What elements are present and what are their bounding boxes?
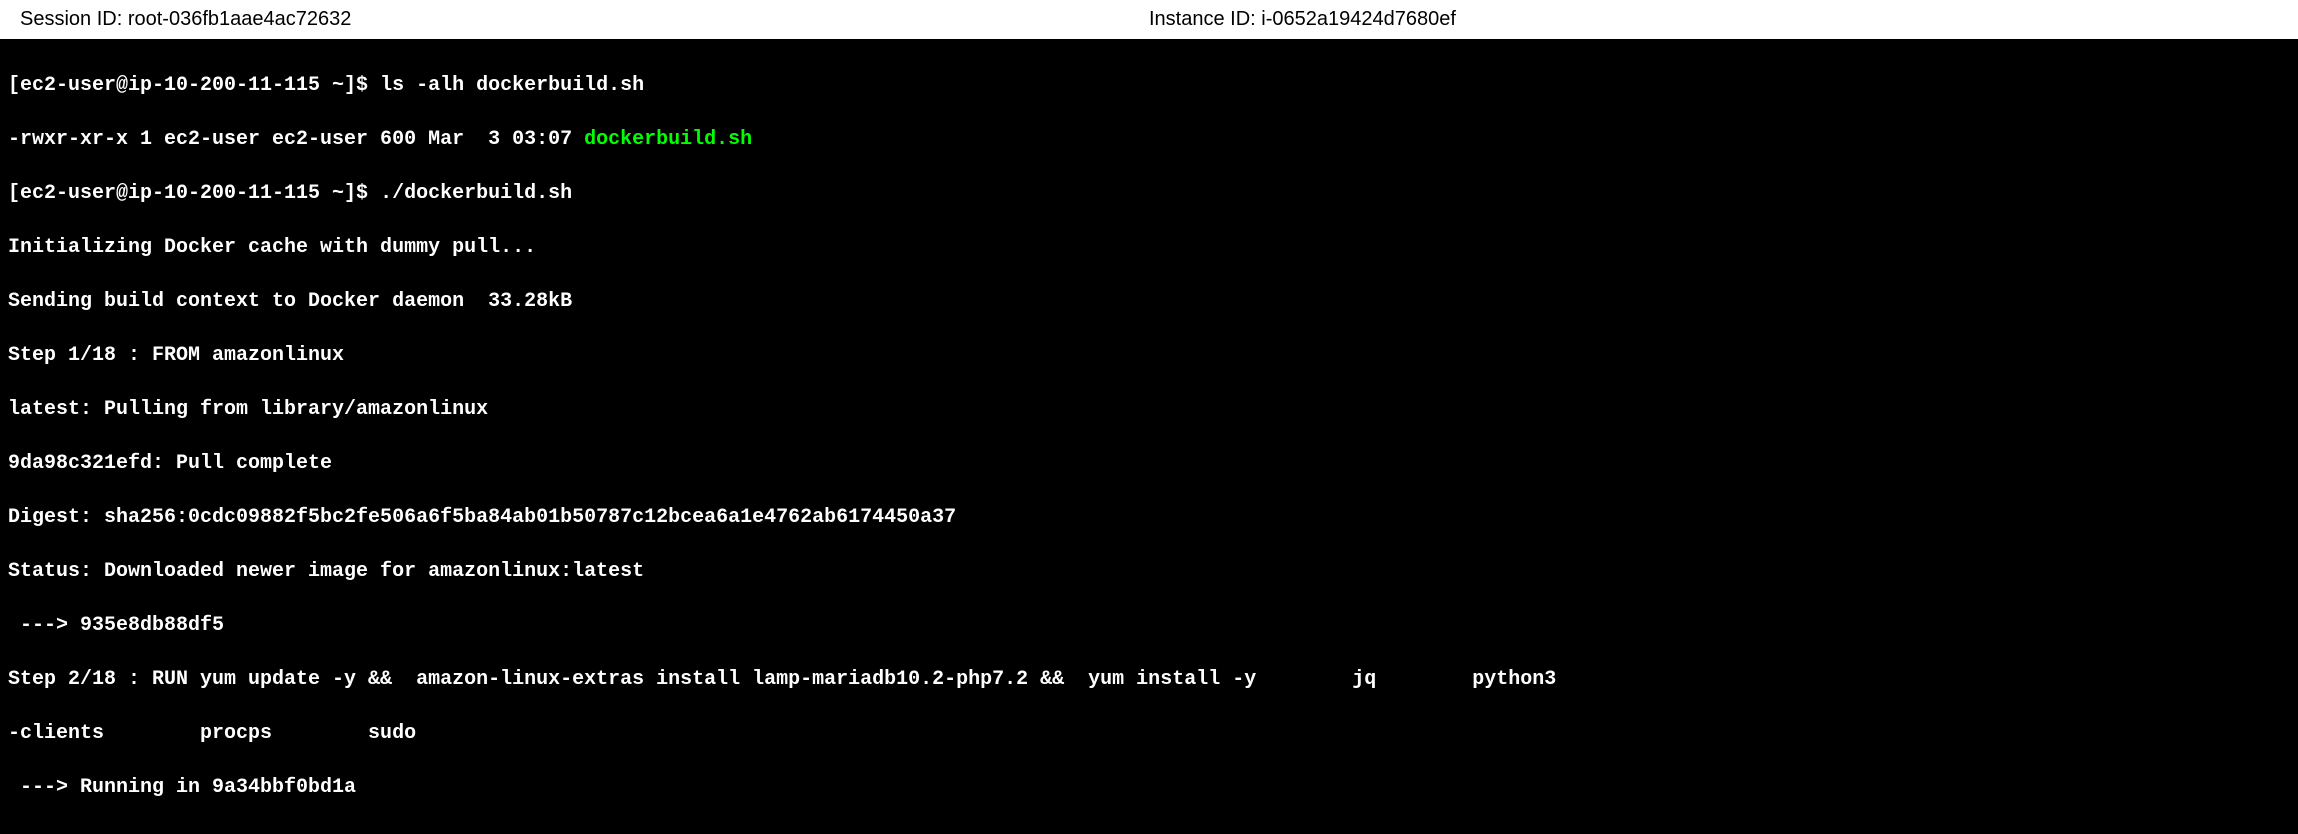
executable-filename: dockerbuild.sh [584, 128, 752, 151]
terminal-line: Status: Downloaded newer image for amazo… [8, 558, 2290, 585]
terminal-line: ---> Running in 9a34bbf0bd1a [8, 774, 2290, 801]
instance-label: Instance ID: [1149, 8, 1261, 30]
ls-output: -rwxr-xr-x 1 ec2-user ec2-user 600 Mar 3… [8, 128, 584, 151]
terminal-line: 9da98c321efd: Pull complete [8, 450, 2290, 477]
session-label: Session ID: [20, 8, 128, 30]
terminal-line: Sending build context to Docker daemon 3… [8, 288, 2290, 315]
terminal-line: Digest: sha256:0cdc09882f5bc2fe506a6f5ba… [8, 504, 2290, 531]
shell-prompt: [ec2-user@ip-10-200-11-115 ~]$ [8, 182, 380, 205]
shell-prompt: [ec2-user@ip-10-200-11-115 ~]$ [8, 74, 380, 97]
session-id-value: root-036fb1aae4ac72632 [128, 8, 352, 30]
terminal-line: Step 1/18 : FROM amazonlinux [8, 342, 2290, 369]
instance-id-value: i-0652a19424d7680ef [1261, 8, 1456, 30]
terminal-line: Step 2/18 : RUN yum update -y && amazon-… [8, 666, 2290, 693]
terminal-line: ---> 935e8db88df5 [8, 612, 2290, 639]
terminal-line: -rwxr-xr-x 1 ec2-user ec2-user 600 Mar 3… [8, 126, 2290, 153]
shell-command: ./dockerbuild.sh [380, 182, 572, 205]
terminal-line: -clients procps sudo [8, 720, 2290, 747]
terminal-line: [ec2-user@ip-10-200-11-115 ~]$ ./dockerb… [8, 180, 2290, 207]
terminal-output[interactable]: [ec2-user@ip-10-200-11-115 ~]$ ls -alh d… [0, 39, 2298, 834]
terminal-line: latest: Pulling from library/amazonlinux [8, 396, 2290, 423]
session-header: Session ID: root-036fb1aae4ac72632 Insta… [0, 0, 2298, 39]
session-id-label: Session ID: root-036fb1aae4ac72632 [20, 8, 1149, 31]
shell-command: ls -alh dockerbuild.sh [380, 74, 644, 97]
terminal-line: [ec2-user@ip-10-200-11-115 ~]$ ls -alh d… [8, 72, 2290, 99]
terminal-line: Initializing Docker cache with dummy pul… [8, 234, 2290, 261]
instance-id-label: Instance ID: i-0652a19424d7680ef [1149, 8, 2278, 31]
